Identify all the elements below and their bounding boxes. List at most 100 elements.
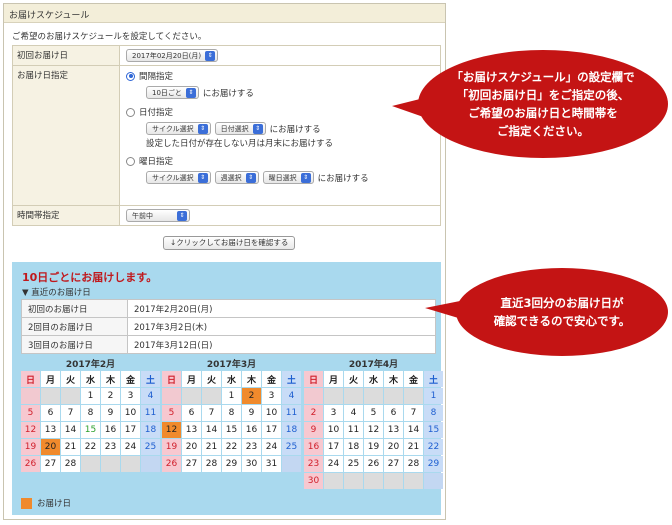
calendar-day: 5: [162, 405, 181, 421]
weekday-header: 月: [324, 371, 343, 387]
date-option[interactable]: 日付指定: [126, 104, 434, 120]
intro-text: ご希望のお届けスケジュールを設定してください。: [12, 32, 207, 42]
calendar-blank-cell: [202, 388, 221, 404]
calendar-day: 28: [404, 456, 423, 472]
table-row: 3回目のお届け日 2017年3月12日(日): [21, 335, 436, 354]
time-slot-select[interactable]: 午前中 ⇕: [126, 209, 190, 222]
radio-interval[interactable]: [126, 71, 135, 81]
updown-icon: ⇕: [177, 210, 187, 221]
table-row: 2回目のお届け日 2017年3月2日(木): [21, 317, 436, 336]
calendar-day: 9: [242, 405, 261, 421]
calendar-day: 6: [41, 405, 60, 421]
calendar-day: 4: [344, 405, 363, 421]
calendar-delivery-day: 2: [242, 388, 261, 404]
calendar-day: 20: [182, 439, 201, 455]
calendar-day: 13: [182, 422, 201, 438]
calendar-day: 27: [41, 456, 60, 472]
calendar-day: 15: [81, 422, 100, 438]
schedule-form: 初回お届け日 2017年02月20日(月) ⇕ お届け日指定 間隔指定 10日ごと…: [12, 45, 441, 226]
weekday-header: 日: [304, 371, 323, 387]
legend: お届け日: [21, 497, 71, 509]
radio-date[interactable]: [126, 107, 135, 117]
delivery-schedule-panel: お届けスケジュール ご希望のお届けスケジュールを設定してください。 初回お届け日…: [3, 3, 446, 520]
calendar-day: 11: [141, 405, 160, 421]
calendar-day: 8: [81, 405, 100, 421]
calendar-day: 28: [61, 456, 80, 472]
confirm-delivery-button[interactable]: ↓クリックしてお届け日を確認する: [163, 236, 296, 250]
calendar-blank-cell: [162, 388, 181, 404]
calendar-delivery-day: 20: [41, 439, 60, 455]
weekday-header: 水: [364, 371, 383, 387]
calendar-day: 4: [282, 388, 301, 404]
calendar-blank-cell: [404, 388, 423, 404]
week-select[interactable]: 週選択 ⇕: [214, 171, 259, 184]
callout-bottom: 直近3回分のお届け日が 確認できるので安心です。: [456, 268, 668, 356]
recent-deliveries-title: ▼ 直近のお届け日: [22, 288, 91, 298]
calendar-day: 5: [21, 405, 40, 421]
dow-select[interactable]: 曜日選択 ⇕: [262, 171, 314, 184]
first-delivery-label: 初回お届け日: [12, 45, 120, 66]
updown-icon: ⇕: [197, 172, 208, 183]
calendar-day: 15: [424, 422, 443, 438]
calendar-day: 7: [61, 405, 80, 421]
weekday-option[interactable]: 曜日指定: [126, 153, 434, 169]
date-cycle-select[interactable]: サイクル選択 ⇕: [146, 122, 211, 135]
weekday-header: 金: [121, 371, 140, 387]
schedule-preview: 10日ごとにお届けします。 ▼ 直近のお届け日 初回のお届け日 2017年2月20…: [12, 262, 443, 515]
calendar-day: 30: [304, 473, 323, 489]
calendar-blank-cell: [364, 388, 383, 404]
calendar-day: 19: [162, 439, 181, 455]
calendar-day: 1: [222, 388, 241, 404]
calendar-day: 1: [424, 388, 443, 404]
date-day-select[interactable]: 日付選択 ⇕: [214, 122, 266, 135]
calendar-blank-cell: [384, 388, 403, 404]
calendar-day: 16: [242, 422, 261, 438]
calendar-day: 21: [404, 439, 423, 455]
calendar-day: 26: [21, 456, 40, 472]
calendar-day: 10: [262, 405, 281, 421]
date-note: 設定した日付が存在しない月は月末にお届けする: [146, 139, 334, 149]
weekday-header: 月: [41, 371, 60, 387]
calendar-day: 12: [21, 422, 40, 438]
calendar-day: 22: [424, 439, 443, 455]
delivery-spec-label: お届け日指定: [12, 65, 120, 206]
calendar-day: 23: [304, 456, 323, 472]
calendar-day: 26: [162, 456, 181, 472]
calendar-day: 13: [384, 422, 403, 438]
calendar-day: 2: [101, 388, 120, 404]
calendar-day: 7: [404, 405, 423, 421]
weekday-header: 水: [81, 371, 100, 387]
calendar-mar: 2017年3月 日月火水木金土 1 2 3 4 5 6 7 8 9 10 11 12 13 14 15 16 17…: [162, 357, 301, 472]
interval-select[interactable]: 10日ごと ⇕: [146, 86, 199, 99]
radio-weekday[interactable]: [126, 156, 135, 166]
weekday-header: 木: [101, 371, 120, 387]
calendar-day: 19: [364, 439, 383, 455]
calendar-day: 24: [324, 456, 343, 472]
calendar-day: 25: [344, 456, 363, 472]
calendar-day: 23: [101, 439, 120, 455]
calendar-blank-cell: [304, 388, 323, 404]
interval-option[interactable]: 間隔指定: [126, 68, 434, 84]
calendar-blank-cell: [61, 388, 80, 404]
calendar-day: 14: [61, 422, 80, 438]
calendar-day: 27: [384, 456, 403, 472]
calendar-day: 20: [384, 439, 403, 455]
calendar-day: 17: [121, 422, 140, 438]
calendar-day: 3: [324, 405, 343, 421]
calendar-day: 7: [202, 405, 221, 421]
weekday-header: 火: [61, 371, 80, 387]
calendar-blank-cell: [41, 388, 60, 404]
calendar-blank-cell: [141, 456, 160, 472]
weekday-header: 木: [242, 371, 261, 387]
calendar-day: 10: [121, 405, 140, 421]
updown-icon: ⇕: [252, 123, 263, 134]
calendar-day: 12: [364, 422, 383, 438]
calendar-day: 15: [222, 422, 241, 438]
first-delivery-select[interactable]: 2017年02月20日(月) ⇕: [126, 49, 219, 62]
calendar-day: 18: [141, 422, 160, 438]
calendar-blank-cell: [344, 473, 363, 489]
calendar-day: 11: [344, 422, 363, 438]
weekday-cycle-select[interactable]: サイクル選択 ⇕: [146, 171, 211, 184]
calendar-day: 23: [242, 439, 261, 455]
calendar-day: 16: [101, 422, 120, 438]
